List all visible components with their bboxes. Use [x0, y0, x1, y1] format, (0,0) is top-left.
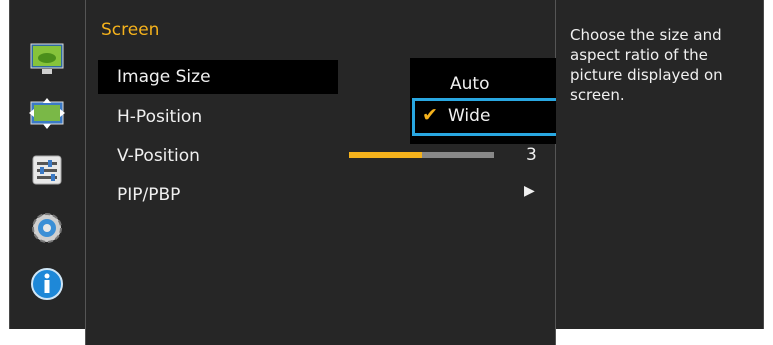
osd-menu: Screen Image Size H-Position V-Position …: [0, 0, 773, 345]
menu-item-v-position[interactable]: V-Position: [117, 146, 200, 166]
menu-title: Screen: [101, 20, 160, 40]
menu-item-image-size[interactable]: Image Size: [98, 60, 338, 94]
slider-fill: [349, 152, 422, 158]
v-position-slider[interactable]: [349, 152, 494, 158]
checkmark-icon: ✔: [422, 104, 438, 126]
settings-icon[interactable]: [28, 152, 66, 188]
screen-menu-panel: Screen Image Size H-Position V-Position …: [85, 0, 633, 345]
menu-item-label: Image Size: [117, 67, 211, 87]
category-icon-column: [9, 0, 85, 329]
option-auto[interactable]: Auto: [450, 74, 489, 94]
help-text: Choose the size and aspect ratio of the …: [570, 26, 723, 104]
menu-item-pip-pbp[interactable]: PIP/PBP: [117, 185, 180, 205]
menu-item-h-position[interactable]: H-Position: [117, 107, 202, 127]
screen-icon[interactable]: [28, 96, 66, 132]
submenu-arrow-icon: ▶: [524, 183, 535, 199]
slider-value: 3: [526, 145, 537, 165]
picture-icon[interactable]: [28, 42, 66, 78]
help-panel: Choose the size and aspect ratio of the …: [556, 0, 764, 329]
option-wide-label: Wide: [448, 106, 491, 126]
system-gear-icon[interactable]: [28, 210, 66, 246]
information-icon[interactable]: [28, 266, 66, 302]
